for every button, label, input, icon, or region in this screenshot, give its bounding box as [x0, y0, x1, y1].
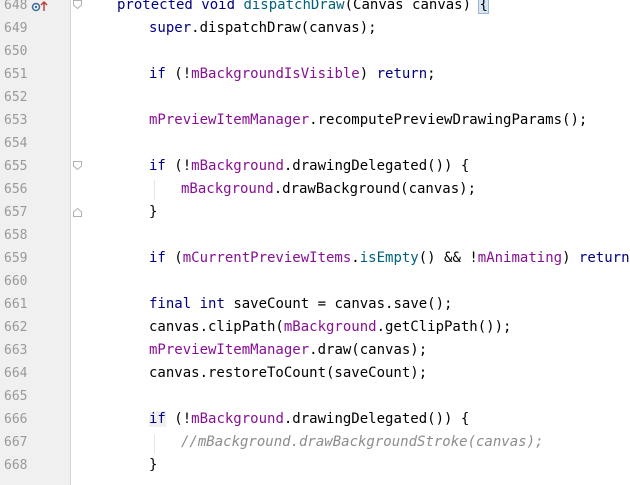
keyword: return [376, 66, 428, 82]
field-ref: mAnimating [477, 250, 563, 266]
indent-guide [154, 180, 155, 200]
keyword: if [149, 411, 166, 427]
line-number: 668 [4, 458, 28, 473]
line-number: 650 [4, 44, 28, 59]
code-line-668[interactable]: } [149, 454, 157, 477]
method-name: dispatchDraw [243, 0, 345, 13]
line-number: 655 [4, 159, 28, 174]
code-text: (! [165, 411, 192, 427]
code-text: (! [165, 66, 192, 82]
code-line-655[interactable]: if (!mBackground.drawingDelegated()) { [149, 155, 469, 178]
code-text: .getClipPath()); [376, 319, 512, 335]
fold-marker-icon[interactable] [73, 208, 82, 217]
code-text: } [149, 204, 158, 220]
code-text: canvas.clipPath( [149, 319, 284, 335]
code-line-659[interactable]: if (mCurrentPreviewItems.isEmpty() && !m… [149, 247, 630, 270]
field-ref: mBackgroundIsVisible [191, 66, 360, 82]
code-line-664[interactable]: canvas.restoreToCount(saveCount); [149, 362, 427, 385]
code-text: ) [359, 66, 377, 82]
code-line-649[interactable]: super.dispatchDraw(canvas); [149, 17, 377, 40]
indent-guide [154, 434, 155, 454]
code-text: .recomputePreviewDrawingParams(); [309, 112, 588, 128]
keyword: super [149, 20, 192, 36]
field-ref: mBackground [191, 411, 284, 427]
line-number: 652 [4, 90, 28, 105]
code-line-651[interactable]: if (!mBackgroundIsVisible) return; [149, 63, 436, 86]
code-text: (! [165, 158, 192, 174]
line-number: 649 [4, 21, 28, 36]
keyword: return [578, 250, 630, 266]
code-text: . [351, 250, 360, 266]
code-text: (Canvas canvas) [344, 0, 480, 13]
code-text: .draw(canvas); [309, 342, 428, 358]
code-line-667[interactable]: //mBackground.drawBackgroundStroke(canva… [181, 431, 543, 454]
code-line-648[interactable]: protected void dispatchDraw(Canvas canva… [117, 0, 489, 17]
code-text: ) [562, 250, 579, 266]
field-ref: mBackground [283, 319, 377, 335]
code-line-662[interactable]: canvas.clipPath(mBackground.getClipPath(… [149, 316, 511, 339]
code-line-657[interactable]: } [149, 201, 157, 224]
code-line-653[interactable]: mPreviewItemManager.recomputePreviewDraw… [149, 109, 587, 132]
code-text: canvas.restoreToCount(saveCount); [149, 365, 428, 381]
line-number: 667 [4, 435, 28, 450]
code-text: ( [165, 250, 183, 266]
code-text: ; [427, 66, 436, 82]
matched-brace: { [478, 0, 489, 14]
code-text: .drawingDelegated()) { [283, 158, 470, 174]
line-number: 657 [4, 205, 28, 220]
line-number: 665 [4, 389, 28, 404]
fold-marker-icon[interactable] [73, 161, 82, 170]
field-ref: mBackground [181, 181, 274, 197]
line-number: 663 [4, 343, 28, 358]
code-line-663[interactable]: mPreviewItemManager.draw(canvas); [149, 339, 427, 362]
code-text: .drawingDelegated()) { [283, 411, 470, 427]
field-ref: mPreviewItemManager [149, 112, 310, 128]
code-text: .dispatchDraw(canvas); [191, 20, 377, 36]
code-line-656[interactable]: mBackground.drawBackground(canvas); [181, 178, 476, 201]
code-line-666[interactable]: if (!mBackground.drawingDelegated()) { [149, 408, 469, 431]
keyword: if [149, 250, 166, 266]
code-line-661[interactable]: final int saveCount = canvas.save(); [149, 293, 452, 316]
code-text: () && ! [418, 250, 478, 266]
gutter-separator [70, 0, 71, 485]
keyword: if [149, 66, 166, 82]
line-number: 654 [4, 136, 28, 151]
line-number: 648 [4, 0, 28, 13]
line-number: 662 [4, 320, 28, 335]
code-text: saveCount = canvas.save(); [224, 296, 453, 312]
keyword: final [149, 296, 192, 312]
code-text: .drawBackground(canvas); [273, 181, 477, 197]
line-number: 666 [4, 412, 28, 427]
line-number: 659 [4, 251, 28, 266]
field-ref: mCurrentPreviewItems [182, 250, 352, 266]
line-number: 660 [4, 274, 28, 289]
keyword: protected [117, 0, 193, 13]
keyword: int [199, 296, 225, 312]
line-number: 651 [4, 67, 28, 82]
method-call: isEmpty [359, 250, 419, 266]
keyword: void [201, 0, 236, 13]
line-number: 664 [4, 366, 28, 381]
field-ref: mPreviewItemManager [149, 342, 310, 358]
keyword: if [149, 158, 166, 174]
comment: //mBackground.drawBackgroundStroke(canva… [181, 434, 544, 450]
line-number: 656 [4, 182, 28, 197]
code-text: } [149, 457, 158, 473]
line-number: 661 [4, 297, 28, 312]
code-editor[interactable]: 648 649 650 651 652 653 654 655 656 657 … [0, 0, 630, 485]
override-arrow-icon [40, 0, 48, 11]
line-number: 658 [4, 228, 28, 243]
line-number: 653 [4, 113, 28, 128]
field-ref: mBackground [191, 158, 284, 174]
fold-marker-icon[interactable] [73, 0, 82, 9]
